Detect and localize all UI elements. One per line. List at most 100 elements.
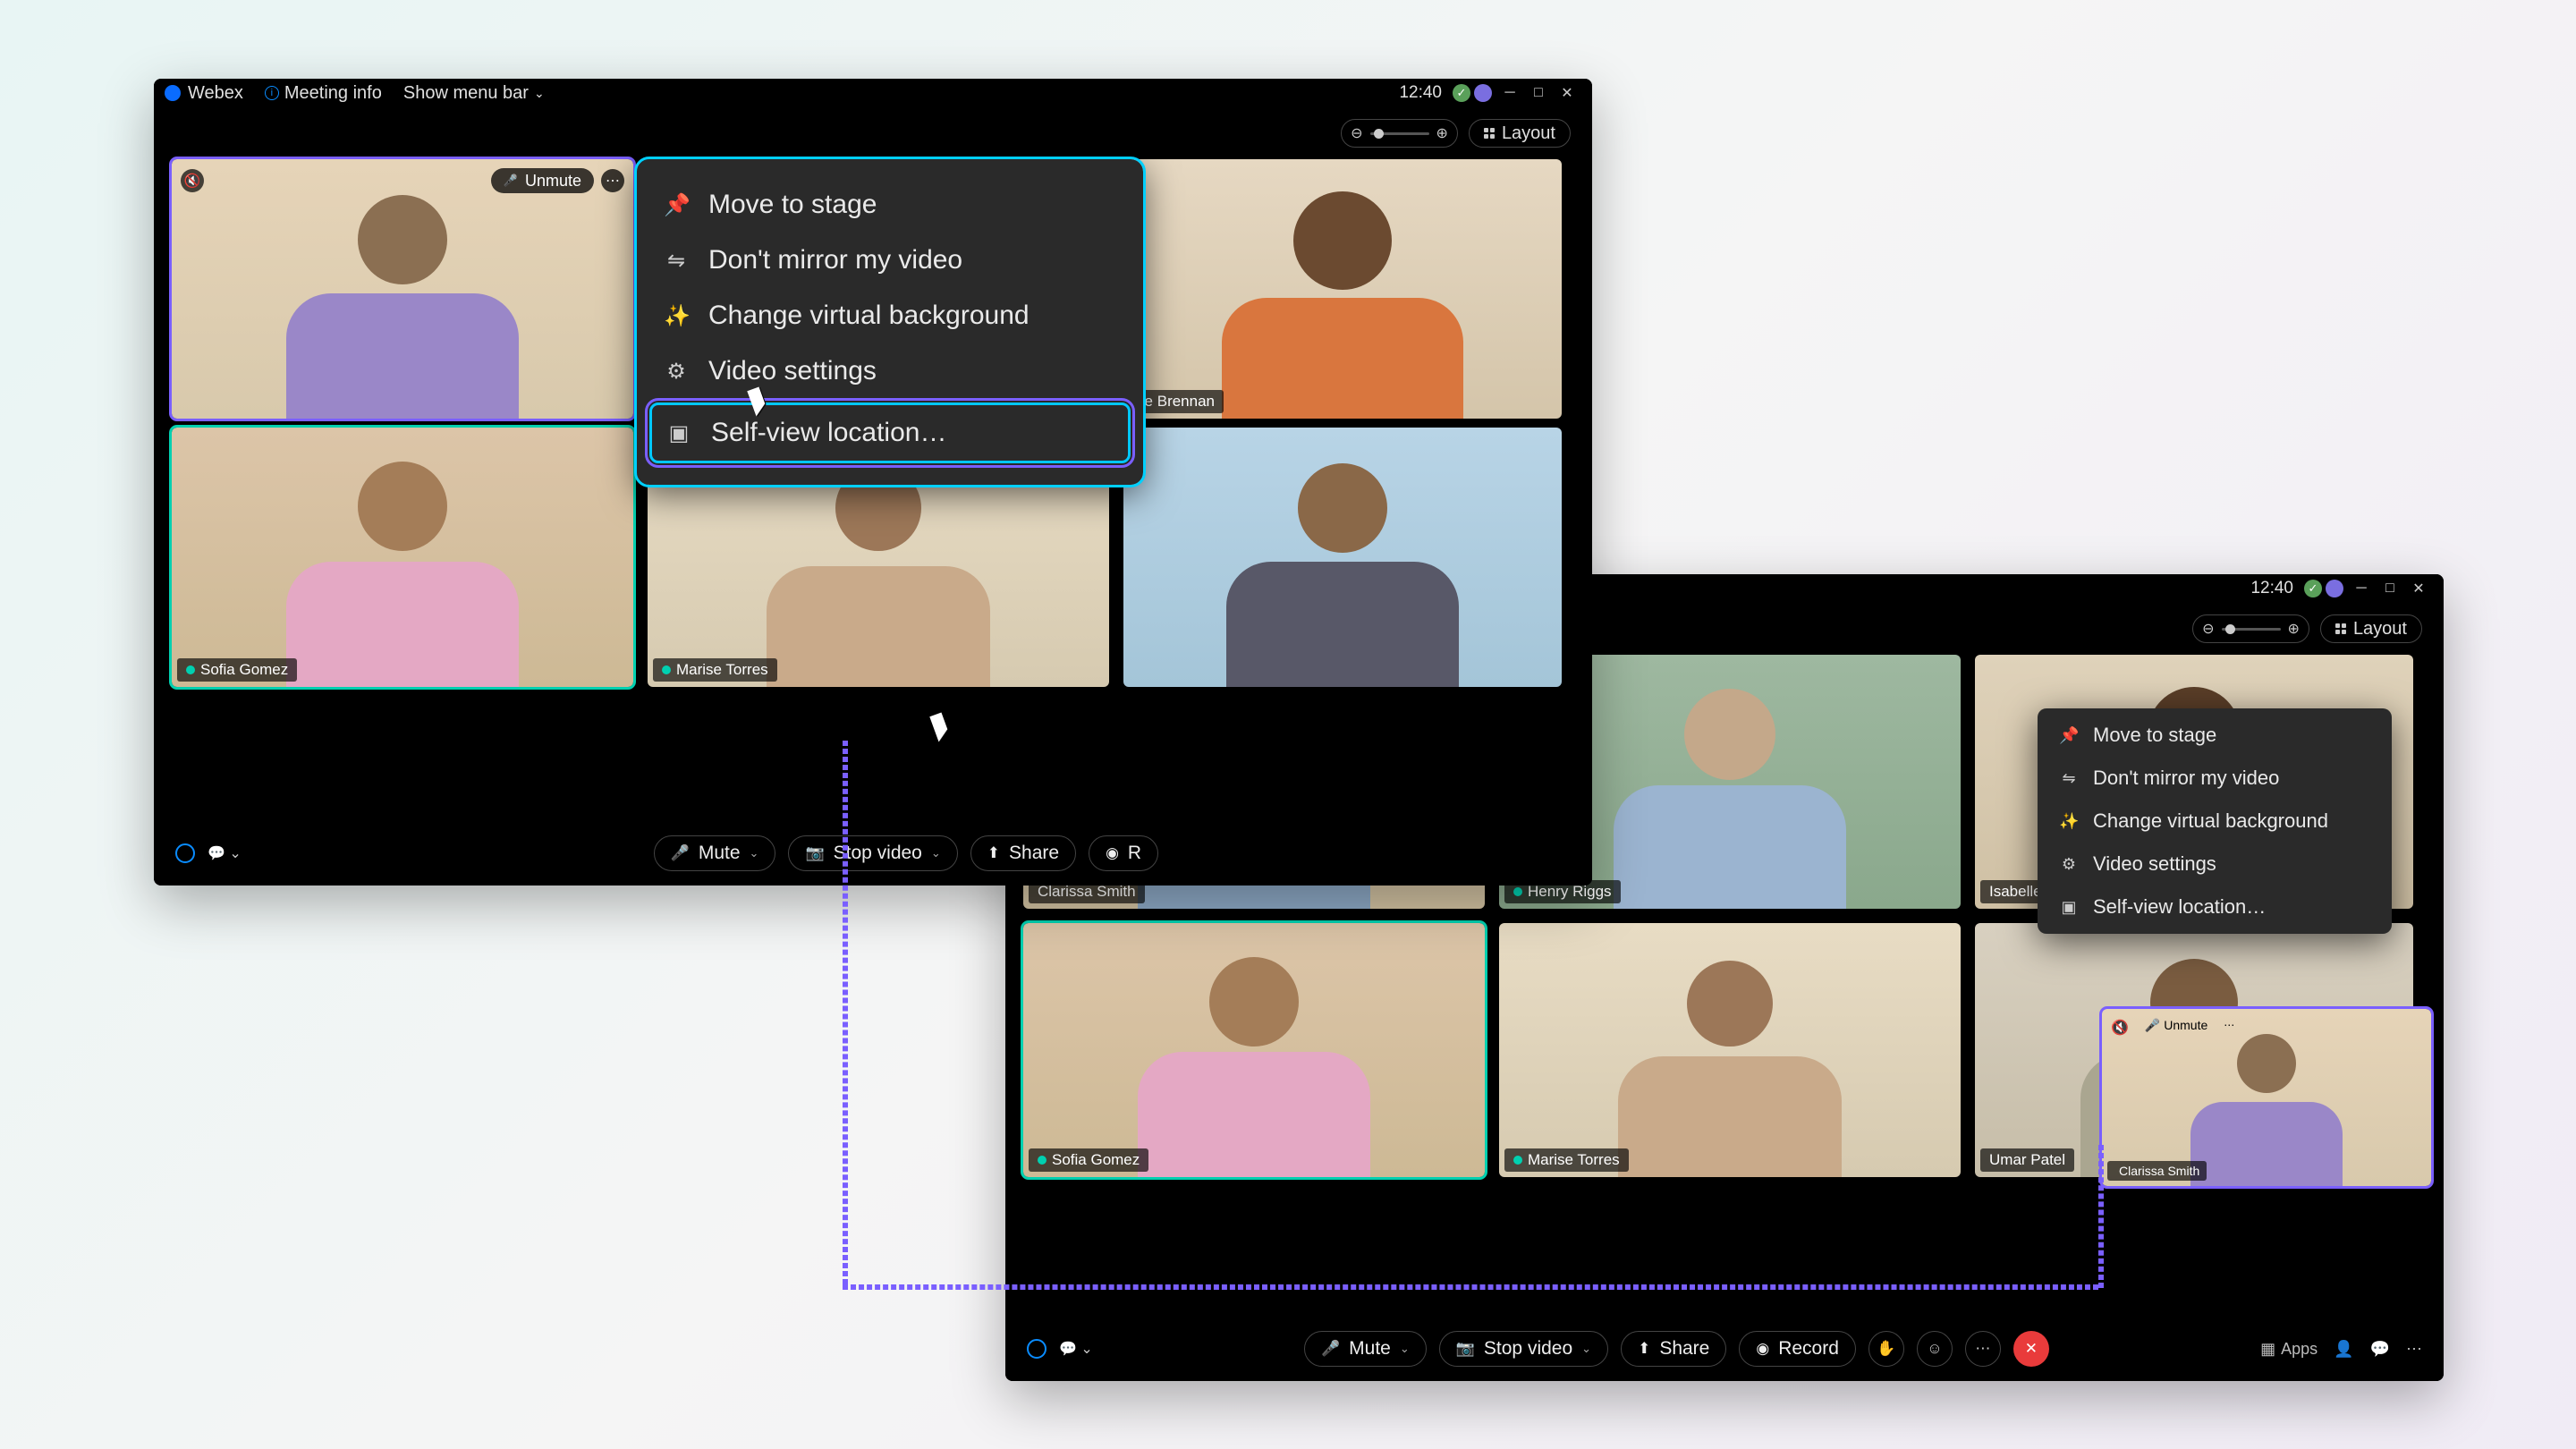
mute-button[interactable]: 🎤Mute⌄	[1304, 1331, 1427, 1367]
participant-tile-active-speaker[interactable]: Sofia Gomez	[172, 428, 633, 687]
info-icon[interactable]: i	[265, 86, 279, 100]
connector-line-vertical-2	[2098, 1145, 2104, 1288]
chevron-down-icon[interactable]: ⌄	[931, 846, 941, 860]
mic-off-icon: 🎤	[504, 174, 518, 188]
menu-item-virtual-background[interactable]: ✨Change virtual background	[2038, 800, 2392, 843]
self-view-tile[interactable]: 🔇 🎤Unmute ⋯	[172, 159, 633, 419]
meeting-info-link[interactable]: Meeting info	[284, 83, 382, 104]
menu-item-move-to-stage[interactable]: 📌Move to stage	[637, 177, 1143, 233]
layout-button[interactable]: Layout	[1469, 119, 1571, 148]
menu-item-dont-mirror[interactable]: ⇋Don't mirror my video	[2038, 757, 2392, 800]
meeting-controls-bar: 💬 ⌄ 🎤Mute⌄ 📷Stop video⌄ ⬆Share ◉R	[154, 821, 1592, 886]
participant-name-label: Sofia Gomez	[1029, 1148, 1148, 1172]
camera-icon: 📷	[1456, 1340, 1475, 1358]
mute-button[interactable]: 🎤Mute⌄	[654, 835, 776, 871]
titlebar: Webex i Meeting info Show menu bar ⌄ 12:…	[154, 79, 1592, 107]
mirror-icon: ⇋	[2059, 769, 2079, 788]
grid-icon	[2335, 623, 2346, 634]
chevron-down-icon[interactable]: ⌄	[1400, 1342, 1410, 1356]
menu-item-self-view-location[interactable]: ▣Self-view location…	[649, 402, 1131, 463]
zoom-in-icon[interactable]: ⊕	[2288, 620, 2300, 638]
grid-icon	[1484, 128, 1495, 139]
connector-line-horizontal	[843, 1284, 2098, 1290]
record-button-partial[interactable]: ◉R	[1089, 835, 1158, 871]
video-grid: 🔇 🎤Unmute ⋯ lle Brennan Sofia Gomez Mari…	[154, 159, 1592, 184]
more-options-button[interactable]: ⋯	[601, 169, 624, 192]
share-icon: ⬆	[1638, 1340, 1650, 1358]
assistant-icon[interactable]	[1027, 1339, 1046, 1359]
record-icon: ◉	[1756, 1340, 1769, 1358]
menu-bar-toggle[interactable]: Show menu bar ⌄	[403, 83, 545, 104]
meeting-time: 12:40	[1399, 83, 1442, 103]
close-button[interactable]: ✕	[2404, 578, 2433, 599]
assistant-icon[interactable]	[175, 843, 195, 863]
menu-item-virtual-background[interactable]: ✨Change virtual background	[637, 288, 1143, 343]
meeting-time: 12:40	[2250, 579, 2293, 598]
encryption-badge[interactable]: ✓	[1453, 84, 1470, 102]
participant-tile[interactable]	[1123, 428, 1562, 687]
minimize-button[interactable]: ─	[2347, 578, 2376, 599]
camera-icon: 📷	[805, 844, 824, 862]
menu-item-move-to-stage[interactable]: 📌Move to stage	[2038, 714, 2392, 757]
share-button[interactable]: ⬆Share	[1621, 1331, 1726, 1367]
share-button[interactable]: ⬆Share	[970, 835, 1076, 871]
encryption-badge[interactable]: ✓	[2304, 580, 2322, 597]
mouse-cursor	[751, 388, 769, 413]
layout-label: Layout	[1502, 123, 1555, 144]
raise-hand-button[interactable]: ✋	[1868, 1331, 1904, 1367]
zoom-out-icon[interactable]: ⊖	[1351, 124, 1362, 142]
pin-icon: 📌	[2059, 726, 2079, 745]
minimize-button[interactable]: ─	[1496, 82, 1524, 104]
zoom-in-icon[interactable]: ⊕	[1436, 124, 1448, 142]
zoom-slider[interactable]	[1370, 132, 1429, 135]
maximize-button[interactable]: □	[2376, 578, 2404, 599]
layout-button[interactable]: Layout	[2320, 614, 2422, 643]
more-controls-button[interactable]: ⋯	[1965, 1331, 2001, 1367]
captions-icon[interactable]: 💬 ⌄	[208, 844, 242, 862]
zoom-control[interactable]: ⊖ ⊕	[2192, 614, 2309, 643]
mirror-icon: ⇋	[664, 248, 689, 274]
reactions-button[interactable]: ☺	[1917, 1331, 1953, 1367]
self-view-context-menu: 📌Move to stage ⇋Don't mirror my video ✨C…	[637, 159, 1143, 485]
maximize-button[interactable]: □	[1524, 82, 1553, 104]
chat-button[interactable]: 💬	[2370, 1340, 2390, 1359]
menu-item-video-settings[interactable]: ⚙Video settings	[2038, 843, 2392, 886]
mic-off-icon: 🎤	[2145, 1018, 2160, 1032]
menu-item-self-view-location[interactable]: ▣Self-view location…	[2038, 886, 2392, 928]
participant-tile[interactable]: lle Brennan	[1123, 159, 1562, 419]
stop-video-button[interactable]: 📷Stop video⌄	[788, 835, 957, 871]
participant-tile[interactable]: Marise Torres	[1499, 923, 1961, 1177]
more-options-button[interactable]: ⋯	[2224, 1019, 2241, 1037]
menu-item-video-settings[interactable]: ⚙Video settings	[637, 343, 1143, 399]
status-badge[interactable]	[1474, 84, 1492, 102]
participant-tile-active-speaker[interactable]: Sofia Gomez	[1023, 923, 1485, 1177]
participants-button[interactable]: 👤	[2334, 1340, 2353, 1359]
unmute-button[interactable]: 🎤 Unmute	[2136, 1018, 2216, 1038]
unmute-button[interactable]: 🎤Unmute	[491, 168, 594, 193]
self-view-pip[interactable]: 🔇 🎤 Unmute ⋯ Clarissa Smith	[2102, 1009, 2431, 1186]
zoom-control[interactable]: ⊖ ⊕	[1341, 119, 1458, 148]
participant-name-label: Sofia Gomez	[177, 658, 297, 682]
chevron-down-icon[interactable]: ⌄	[1581, 1342, 1591, 1356]
mic-icon: 🎤	[671, 844, 690, 862]
chevron-down-icon[interactable]: ⌄	[750, 846, 759, 860]
stop-video-button[interactable]: 📷Stop video⌄	[1439, 1331, 1608, 1367]
participant-name-label: Marise Torres	[1504, 1148, 1629, 1172]
captions-icon[interactable]: 💬 ⌄	[1059, 1340, 1093, 1358]
meeting-window-before: Webex i Meeting info Show menu bar ⌄ 12:…	[154, 79, 1592, 886]
status-badge[interactable]	[2326, 580, 2343, 597]
menu-item-dont-mirror[interactable]: ⇋Don't mirror my video	[637, 233, 1143, 288]
zoom-slider[interactable]	[2222, 628, 2281, 631]
end-call-button[interactable]: ✕	[2013, 1331, 2049, 1367]
mic-muted-icon: 🔇	[2111, 1019, 2129, 1037]
layout-label: Layout	[2353, 619, 2407, 640]
mic-muted-icon: 🔇	[181, 169, 204, 192]
zoom-out-icon[interactable]: ⊖	[2202, 620, 2214, 638]
record-button[interactable]: ◉Record	[1739, 1331, 1856, 1367]
close-button[interactable]: ✕	[1553, 82, 1581, 104]
pip-name-label: Clarissa Smith	[2107, 1161, 2207, 1181]
apps-button[interactable]: ▦Apps	[2260, 1340, 2318, 1359]
share-icon: ⬆	[987, 844, 1000, 862]
top-toolbar: ⊖ ⊕ Layout	[154, 107, 1592, 159]
panel-more-button[interactable]: ⋯	[2406, 1340, 2422, 1359]
